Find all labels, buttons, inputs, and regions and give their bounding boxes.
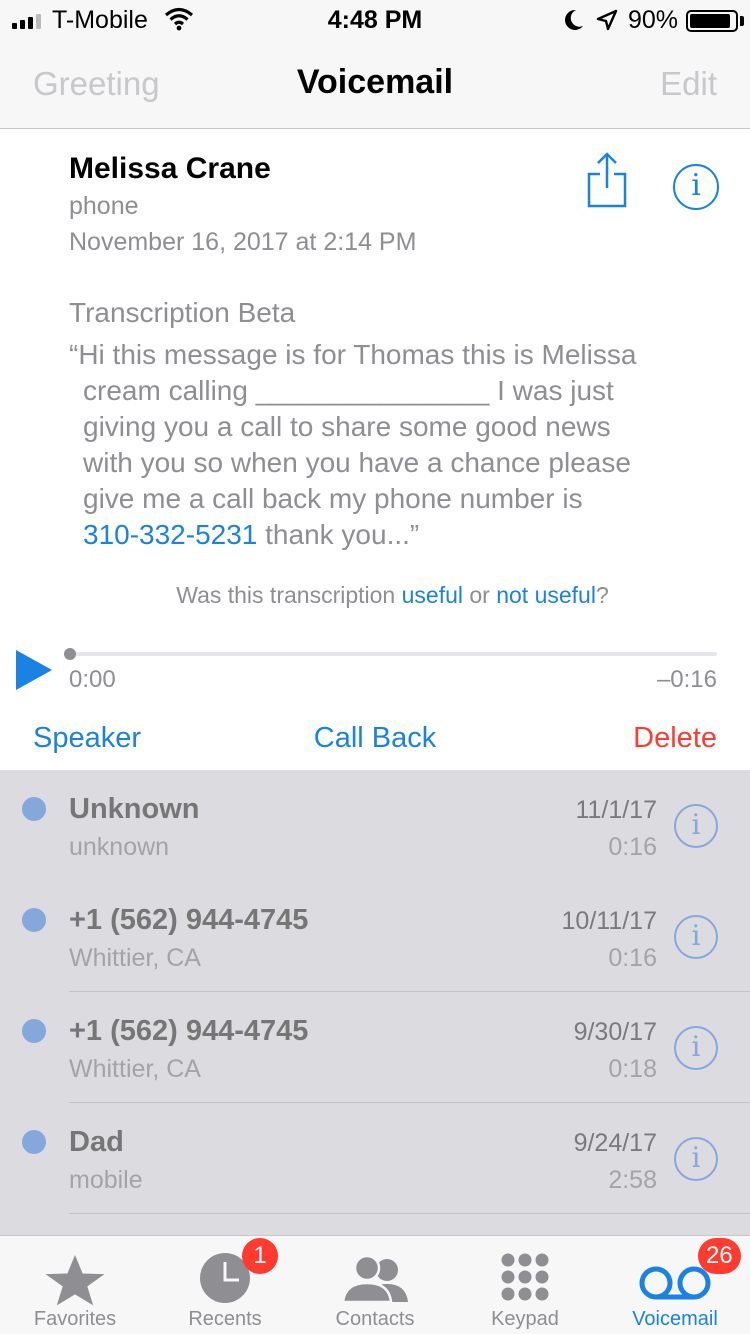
voicemail-date: November 16, 2017 at 2:14 PM xyxy=(69,228,417,256)
tab-voicemail[interactable]: 26 Voicemail xyxy=(600,1236,750,1334)
remaining-time: –0:16 xyxy=(656,666,717,693)
tab-contacts[interactable]: Contacts xyxy=(300,1236,450,1334)
page-title: Voicemail xyxy=(296,63,454,101)
voicemail-duration: 0:16 xyxy=(608,833,657,861)
info-icon[interactable]: i xyxy=(674,1137,718,1181)
location-icon xyxy=(596,9,618,31)
feedback-or: or xyxy=(462,582,497,608)
voicemail-date: 9/30/17 xyxy=(573,1018,657,1046)
unread-dot-icon xyxy=(22,908,46,932)
voicemail-caller: +1 (562) 944-4745 xyxy=(69,1015,309,1047)
unread-dot-icon xyxy=(22,1019,46,1043)
tab-recents[interactable]: 1 Recents xyxy=(150,1236,300,1334)
list-item[interactable]: Unknown unknown 11/1/17 0:16 i xyxy=(0,770,750,881)
unread-dot-icon xyxy=(22,797,46,821)
feedback-prefix: Was this transcription xyxy=(176,582,402,608)
voicemail-caller: Dad xyxy=(69,1126,124,1158)
voicemail-date: 11/1/17 xyxy=(575,796,657,824)
transcription-feedback: Was this transcription useful or not use… xyxy=(0,582,750,609)
useful-link[interactable]: useful xyxy=(402,582,463,608)
star-icon xyxy=(45,1255,105,1306)
contacts-icon xyxy=(341,1254,408,1304)
unread-dot-icon xyxy=(22,1130,46,1154)
info-icon[interactable]: i xyxy=(673,164,719,210)
caller-name: Melissa Crane xyxy=(69,152,271,185)
info-icon[interactable]: i xyxy=(674,1026,718,1070)
transcription-line: cream calling _______________ I was just xyxy=(83,375,614,406)
moon-icon xyxy=(565,9,583,30)
tab-label: Favorites xyxy=(33,1308,117,1330)
list-item[interactable]: +1 (562) 944-4745 Whittier, CA 9/30/17 0… xyxy=(0,992,750,1103)
tab-favorites[interactable]: Favorites xyxy=(0,1236,150,1334)
transcription-end: thank you...” xyxy=(257,519,420,550)
battery-icon xyxy=(686,10,738,32)
voicemail-caller: Unknown xyxy=(69,793,200,825)
transcription-line: with you so when you have a chance pleas… xyxy=(83,447,631,478)
tab-label: Keypad xyxy=(491,1308,559,1330)
tab-bar: Favorites 1 Recents Contacts Keypad 26 V… xyxy=(0,1235,750,1334)
voicemail-duration: 2:58 xyxy=(608,1166,657,1194)
playback-track[interactable] xyxy=(69,652,717,656)
voicemail-date: 9/24/17 xyxy=(573,1129,657,1157)
voicemail-date: 10/11/17 xyxy=(561,907,657,935)
voicemail-badge: 26 xyxy=(698,1238,741,1274)
row-divider xyxy=(69,1213,750,1214)
nav-bar: Greeting Voicemail Edit xyxy=(0,40,750,129)
transcription-line: giving you a call to share some good new… xyxy=(83,411,611,442)
voicemail-actions: Speaker Call Back Delete xyxy=(0,718,750,768)
delete-button[interactable]: Delete xyxy=(633,722,717,755)
tab-label: Recents xyxy=(188,1308,262,1330)
list-item[interactable]: Dad mobile 9/24/17 2:58 i xyxy=(0,1103,750,1214)
info-icon[interactable]: i xyxy=(674,915,718,959)
list-item[interactable]: +1 (562) 944-4745 Whittier, CA 10/11/17 … xyxy=(0,881,750,992)
play-icon[interactable] xyxy=(16,650,52,690)
tab-label: Voicemail xyxy=(632,1308,718,1330)
battery-percent: 90% xyxy=(628,6,679,34)
voicemail-subtitle: Whittier, CA xyxy=(69,1055,201,1083)
voicemail-subtitle: unknown xyxy=(69,833,170,861)
recents-badge: 1 xyxy=(242,1238,278,1274)
tab-label: Contacts xyxy=(335,1308,415,1330)
playback-scrubber[interactable] xyxy=(64,648,76,660)
not-useful-link[interactable]: not useful xyxy=(496,582,596,608)
elapsed-time: 0:00 xyxy=(69,666,116,693)
voicemail-list: Unknown unknown 11/1/17 0:16 i +1 (562) … xyxy=(0,770,750,1235)
battery-tip xyxy=(740,16,744,26)
status-bar: T-Mobile 4:48 PM 90% xyxy=(0,0,750,40)
voicemail-subtitle: Whittier, CA xyxy=(69,944,201,972)
feedback-suffix: ? xyxy=(595,582,609,608)
voicemail-detail: Melissa Crane phone November 16, 2017 at… xyxy=(0,130,750,770)
info-icon[interactable]: i xyxy=(674,804,718,848)
transcription-line: give me a call back my phone number is xyxy=(83,483,583,514)
transcription-line-last: 310-332-5231 thank you...” xyxy=(69,517,709,553)
tab-keypad[interactable]: Keypad xyxy=(450,1236,600,1334)
transcription-line: “Hi this message is for Thomas this is M… xyxy=(69,339,637,370)
keypad-icon xyxy=(501,1253,549,1301)
transcription-text: “Hi this message is for Thomas this is M… xyxy=(69,337,709,553)
audio-player: 0:00 –0:16 xyxy=(0,638,750,708)
share-icon[interactable] xyxy=(582,150,632,210)
edit-button[interactable]: Edit xyxy=(660,65,717,103)
transcription-phone-link[interactable]: 310-332-5231 xyxy=(83,519,257,550)
voicemail-caller: +1 (562) 944-4745 xyxy=(69,904,309,936)
transcription-header: Transcription Beta xyxy=(69,297,296,328)
caller-type: phone xyxy=(69,192,139,220)
voicemail-subtitle: mobile xyxy=(69,1166,143,1194)
voicemail-duration: 0:16 xyxy=(608,944,657,972)
voicemail-duration: 0:18 xyxy=(608,1055,657,1083)
